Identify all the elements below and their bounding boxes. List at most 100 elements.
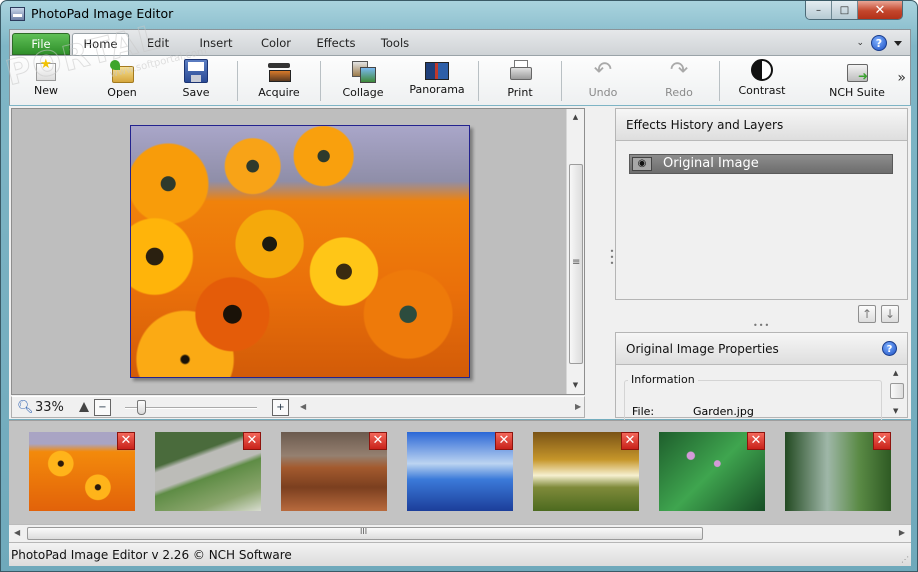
collage-icon [351, 59, 376, 83]
undo-icon: ↶ [593, 58, 613, 83]
scroll-up-icon[interactable]: ▲ [567, 109, 584, 126]
close-thumbnail-icon[interactable]: ✕ [369, 432, 387, 450]
image-properties-panel: Original Image Properties ? Information … [615, 332, 908, 430]
zoom-in-button[interactable]: + [272, 399, 289, 416]
close-button[interactable]: ✕ [858, 1, 902, 19]
open-label: Open [107, 86, 137, 99]
save-label: Save [182, 86, 210, 99]
toolbar-separator [478, 61, 479, 101]
information-legend: Information [628, 373, 698, 386]
properties-scrollbar[interactable]: ▲ ▼ [890, 369, 905, 419]
zoom-out-button[interactable]: − [94, 399, 111, 416]
collage-button[interactable]: Collage [328, 59, 398, 103]
scroll-down-icon[interactable]: ▼ [893, 407, 898, 415]
eye-icon[interactable]: ◉ [632, 157, 652, 171]
scroll-up-icon[interactable]: ▲ [893, 369, 898, 377]
toolbar-separator [561, 61, 562, 101]
panorama-label: Panorama [409, 83, 465, 96]
file-label: File: [632, 405, 655, 418]
nch-suite-icon [845, 59, 869, 83]
window-controls: – □ ✕ [805, 1, 903, 20]
redo-icon: ↷ [669, 58, 689, 83]
panorama-button[interactable]: Panorama [402, 59, 472, 103]
magnifier-icon: 🔍︎ [17, 400, 34, 415]
new-label: New [34, 84, 58, 97]
scrollbar-thumb[interactable] [890, 383, 904, 399]
thumbnail-scrollbar[interactable]: ◀ ▶ [9, 524, 911, 542]
move-layer-down-button[interactable]: ↓ [881, 305, 899, 323]
file-value: Garden.jpg [693, 405, 754, 418]
current-image[interactable] [130, 125, 470, 378]
nch-suite-button[interactable]: NCH Suite [822, 59, 892, 103]
zoom-slider-thumb[interactable] [137, 400, 146, 415]
print-label: Print [507, 86, 533, 99]
image-canvas[interactable]: ▲ ▼ [11, 108, 585, 395]
tab-effects[interactable]: Effects [306, 33, 366, 55]
ribbon-tabs: File Home Edit Insert Color Effects Tool… [10, 30, 910, 56]
tab-insert[interactable]: Insert [186, 33, 246, 55]
thumbnail-item[interactable]: ✕ [533, 432, 639, 511]
thumbnail-item[interactable]: ✕ [155, 432, 261, 511]
contrast-label: Contrast [738, 84, 786, 97]
close-thumbnail-icon[interactable]: ✕ [117, 432, 135, 450]
minimize-button[interactable]: – [806, 1, 832, 19]
redo-button[interactable]: ↷ Redo [644, 59, 714, 103]
floppy-disk-icon [184, 59, 208, 83]
acquire-button[interactable]: Acquire [244, 59, 314, 103]
zoom-preset-icon[interactable] [79, 402, 89, 412]
workspace: ▲ ▼ ••• 🔍︎ 33% − + ◀ ▶ Effects History a… [9, 106, 911, 430]
thumbnail-item[interactable]: ✕ [659, 432, 765, 511]
new-button[interactable]: New [11, 57, 81, 103]
tab-tools[interactable]: Tools [365, 33, 425, 55]
scroll-right-icon[interactable]: ▶ [899, 528, 905, 537]
help-icon[interactable]: ? [871, 35, 887, 51]
close-thumbnail-icon[interactable]: ✕ [243, 432, 261, 450]
thumbnail-item[interactable]: ✕ [407, 432, 513, 511]
open-folder-icon [110, 59, 134, 83]
window-title: PhotoPad Image Editor [31, 6, 174, 21]
status-text: PhotoPad Image Editor v 2.26 © NCH Softw… [11, 548, 292, 562]
canvas-vertical-scrollbar[interactable]: ▲ ▼ [566, 109, 584, 394]
acquire-label: Acquire [258, 86, 300, 99]
thumbnail-item[interactable]: ✕ [785, 432, 891, 511]
app-window: PhotoPad Image Editor – □ ✕ File Home Ed… [0, 0, 918, 572]
scroll-left-icon[interactable]: ◀ [14, 528, 20, 537]
maximize-button[interactable]: □ [832, 1, 858, 19]
contrast-button[interactable]: Contrast [727, 59, 797, 103]
new-document-icon [36, 57, 56, 81]
layer-item[interactable]: ◉ Original Image [629, 154, 893, 174]
layer-label: Original Image [663, 156, 759, 171]
scroll-down-icon[interactable]: ▼ [567, 377, 584, 394]
help-dropdown-icon[interactable] [894, 40, 902, 46]
print-button[interactable]: Print [485, 59, 555, 103]
panel-resize-handle[interactable]: ••• [753, 321, 770, 330]
close-thumbnail-icon[interactable]: ✕ [621, 432, 639, 450]
move-layer-up-button[interactable]: ↑ [858, 305, 876, 323]
scrollbar-thumb[interactable] [569, 164, 583, 364]
app-icon [10, 7, 25, 21]
panorama-icon [425, 62, 449, 80]
open-button[interactable]: Open [87, 59, 157, 103]
thumbnail-item[interactable]: ✕ [281, 432, 387, 511]
tab-color[interactable]: Color [246, 33, 306, 55]
close-thumbnail-icon[interactable]: ✕ [495, 432, 513, 450]
properties-title-text: Original Image Properties [626, 342, 779, 356]
resize-grip-icon[interactable]: ⋰ [901, 555, 909, 564]
zoom-percent[interactable]: 33% [35, 400, 64, 415]
close-thumbnail-icon[interactable]: ✕ [747, 432, 765, 450]
redo-label: Redo [665, 86, 693, 99]
save-button[interactable]: Save [161, 59, 231, 103]
tab-home[interactable]: Home [72, 33, 129, 56]
minimize-ribbon-chevron-icon[interactable]: ⌄ [856, 38, 864, 48]
scrollbar-thumb[interactable] [27, 527, 703, 540]
thumbnail-item[interactable]: ✕ [29, 432, 135, 511]
toolbar-overflow-icon[interactable]: » [897, 70, 906, 86]
right-panel: Effects History and Layers ◉ Original Im… [615, 108, 909, 430]
tab-edit[interactable]: Edit [128, 33, 188, 55]
scroll-right-icon[interactable]: ▶ [575, 402, 581, 411]
scroll-left-icon[interactable]: ◀ [300, 402, 306, 411]
help-icon[interactable]: ? [882, 341, 897, 356]
undo-button[interactable]: ↶ Undo [568, 59, 638, 103]
close-thumbnail-icon[interactable]: ✕ [873, 432, 891, 450]
tab-file[interactable]: File [12, 33, 70, 55]
